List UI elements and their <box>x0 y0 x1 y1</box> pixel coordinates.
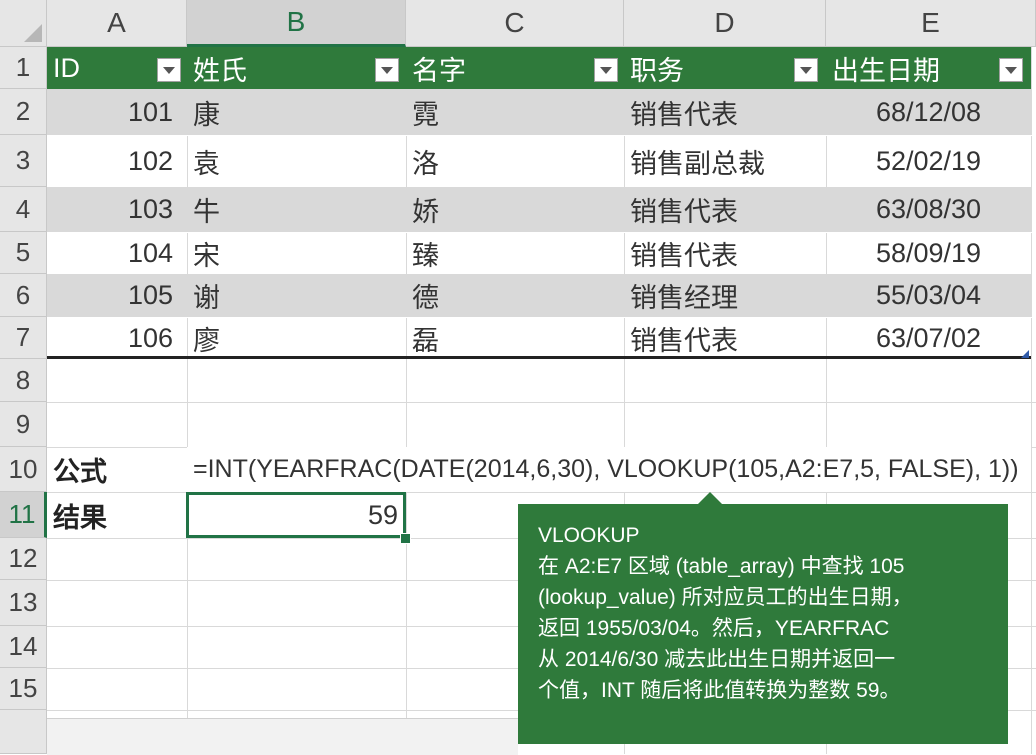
cell-c4[interactable]: 娇 <box>406 187 624 232</box>
row-header-6[interactable]: 6 <box>0 274 47 317</box>
cell-e4[interactable]: 63/08/30 <box>826 187 1031 232</box>
row-header-1[interactable]: 1 <box>0 47 47 89</box>
table-bottom-border <box>47 356 1031 359</box>
row-header-2[interactable]: 2 <box>0 89 47 135</box>
cell-e7[interactable]: 63/07/02 <box>826 317 1031 359</box>
cell-c5[interactable]: 臻 <box>406 232 624 274</box>
vlookup-explanation-callout: VLOOKUP 在 A2:E7 区域 (table_array) 中查找 105… <box>518 504 1008 744</box>
row-header-15[interactable]: 15 <box>0 668 47 710</box>
cell-d7[interactable]: 销售代表 <box>624 317 826 359</box>
cell-d5[interactable]: 销售代表 <box>624 232 826 274</box>
cell-d2[interactable]: 销售代表 <box>624 89 826 135</box>
select-all-icon <box>24 24 42 42</box>
cell-b5[interactable]: 宋 <box>187 232 406 274</box>
cell-a2[interactable]: 101 <box>47 89 187 135</box>
cell-a3[interactable]: 102 <box>47 135 187 187</box>
row-header-12[interactable]: 12 <box>0 538 47 580</box>
filter-dropdown-icon[interactable] <box>999 58 1023 82</box>
filter-dropdown-icon[interactable] <box>375 58 399 82</box>
cell-e6[interactable]: 55/03/04 <box>826 274 1031 317</box>
cell-e3[interactable]: 52/02/19 <box>826 135 1031 187</box>
row-header-3[interactable]: 3 <box>0 135 47 187</box>
cell-d6[interactable]: 销售经理 <box>624 274 826 317</box>
gridline <box>1031 47 1032 754</box>
callout-title: VLOOKUP <box>538 524 640 547</box>
column-header-b[interactable]: B <box>187 0 406 47</box>
callout-line: 个值，INT 随后将此值转换为整数 59。 <box>538 679 901 702</box>
fill-handle[interactable] <box>400 533 411 544</box>
row-header-13[interactable]: 13 <box>0 580 47 626</box>
row-header-8[interactable]: 8 <box>0 359 47 402</box>
cell-b7[interactable]: 廖 <box>187 317 406 359</box>
cell-b2[interactable]: 康 <box>187 89 406 135</box>
gridline <box>47 402 1036 403</box>
cell-a7[interactable]: 106 <box>47 317 187 359</box>
row-header-5[interactable]: 5 <box>0 232 47 274</box>
cell-a10-formula-label[interactable]: 公式 <box>47 447 187 492</box>
row-header-10[interactable]: 10 <box>0 447 47 492</box>
cell-c3[interactable]: 洛 <box>406 135 624 187</box>
cell-c2[interactable]: 霓 <box>406 89 624 135</box>
column-header-d[interactable]: D <box>624 0 826 47</box>
cell-d4[interactable]: 销售代表 <box>624 187 826 232</box>
table-header-surname: 姓氏 <box>193 55 247 86</box>
callout-line: (lookup_value) 所对应员工的出生日期， <box>538 586 913 609</box>
row-header-14[interactable]: 14 <box>0 626 47 668</box>
callout-line: 在 A2:E7 区域 (table_array) 中查找 105 <box>538 555 905 578</box>
cell-c6[interactable]: 德 <box>406 274 624 317</box>
select-all-corner[interactable] <box>0 0 47 47</box>
filter-dropdown-icon[interactable] <box>594 58 618 82</box>
cell-a11-result-label[interactable]: 结果 <box>47 492 187 538</box>
row-header-7[interactable]: 7 <box>0 317 47 359</box>
column-header-a[interactable]: A <box>47 0 187 47</box>
filter-dropdown-icon[interactable] <box>157 58 181 82</box>
callout-line: 返回 1955/03/04。然后，YEARFRAC <box>538 617 890 640</box>
cell-b6[interactable]: 谢 <box>187 274 406 317</box>
table-resize-handle[interactable] <box>1021 350 1029 358</box>
cell-b10-formula-text[interactable]: =INT(YEARFRAC(DATE(2014,6,30), VLOOKUP(1… <box>187 447 1031 492</box>
row-header-16[interactable] <box>0 710 47 754</box>
cell-a4[interactable]: 103 <box>47 187 187 232</box>
row-header-9[interactable]: 9 <box>0 402 47 447</box>
cell-e5[interactable]: 58/09/19 <box>826 232 1031 274</box>
cell-a5[interactable]: 104 <box>47 232 187 274</box>
cell-b4[interactable]: 牛 <box>187 187 406 232</box>
cell-d3[interactable]: 销售副总裁 <box>624 135 826 187</box>
horizontal-scroll-area[interactable] <box>47 718 518 755</box>
spreadsheet: A B C D E 1 2 3 4 5 6 7 8 9 10 11 12 13 … <box>0 0 1036 755</box>
table-header-given-name: 名字 <box>412 55 466 86</box>
row-header-11[interactable]: 11 <box>0 492 47 538</box>
row-header-4[interactable]: 4 <box>0 187 47 232</box>
cell-a6[interactable]: 105 <box>47 274 187 317</box>
cell-e2[interactable]: 68/12/08 <box>826 89 1031 135</box>
cell-b11-result-value[interactable]: 59 <box>186 492 406 538</box>
cell-b3[interactable]: 袁 <box>187 135 406 187</box>
column-header-c[interactable]: C <box>406 0 624 47</box>
cell-c7[interactable]: 磊 <box>406 317 624 359</box>
callout-line: 从 2014/6/30 减去此出生日期并返回一 <box>538 648 896 671</box>
column-header-e[interactable]: E <box>826 0 1036 47</box>
filter-dropdown-icon[interactable] <box>794 58 818 82</box>
callout-pointer <box>698 492 722 504</box>
